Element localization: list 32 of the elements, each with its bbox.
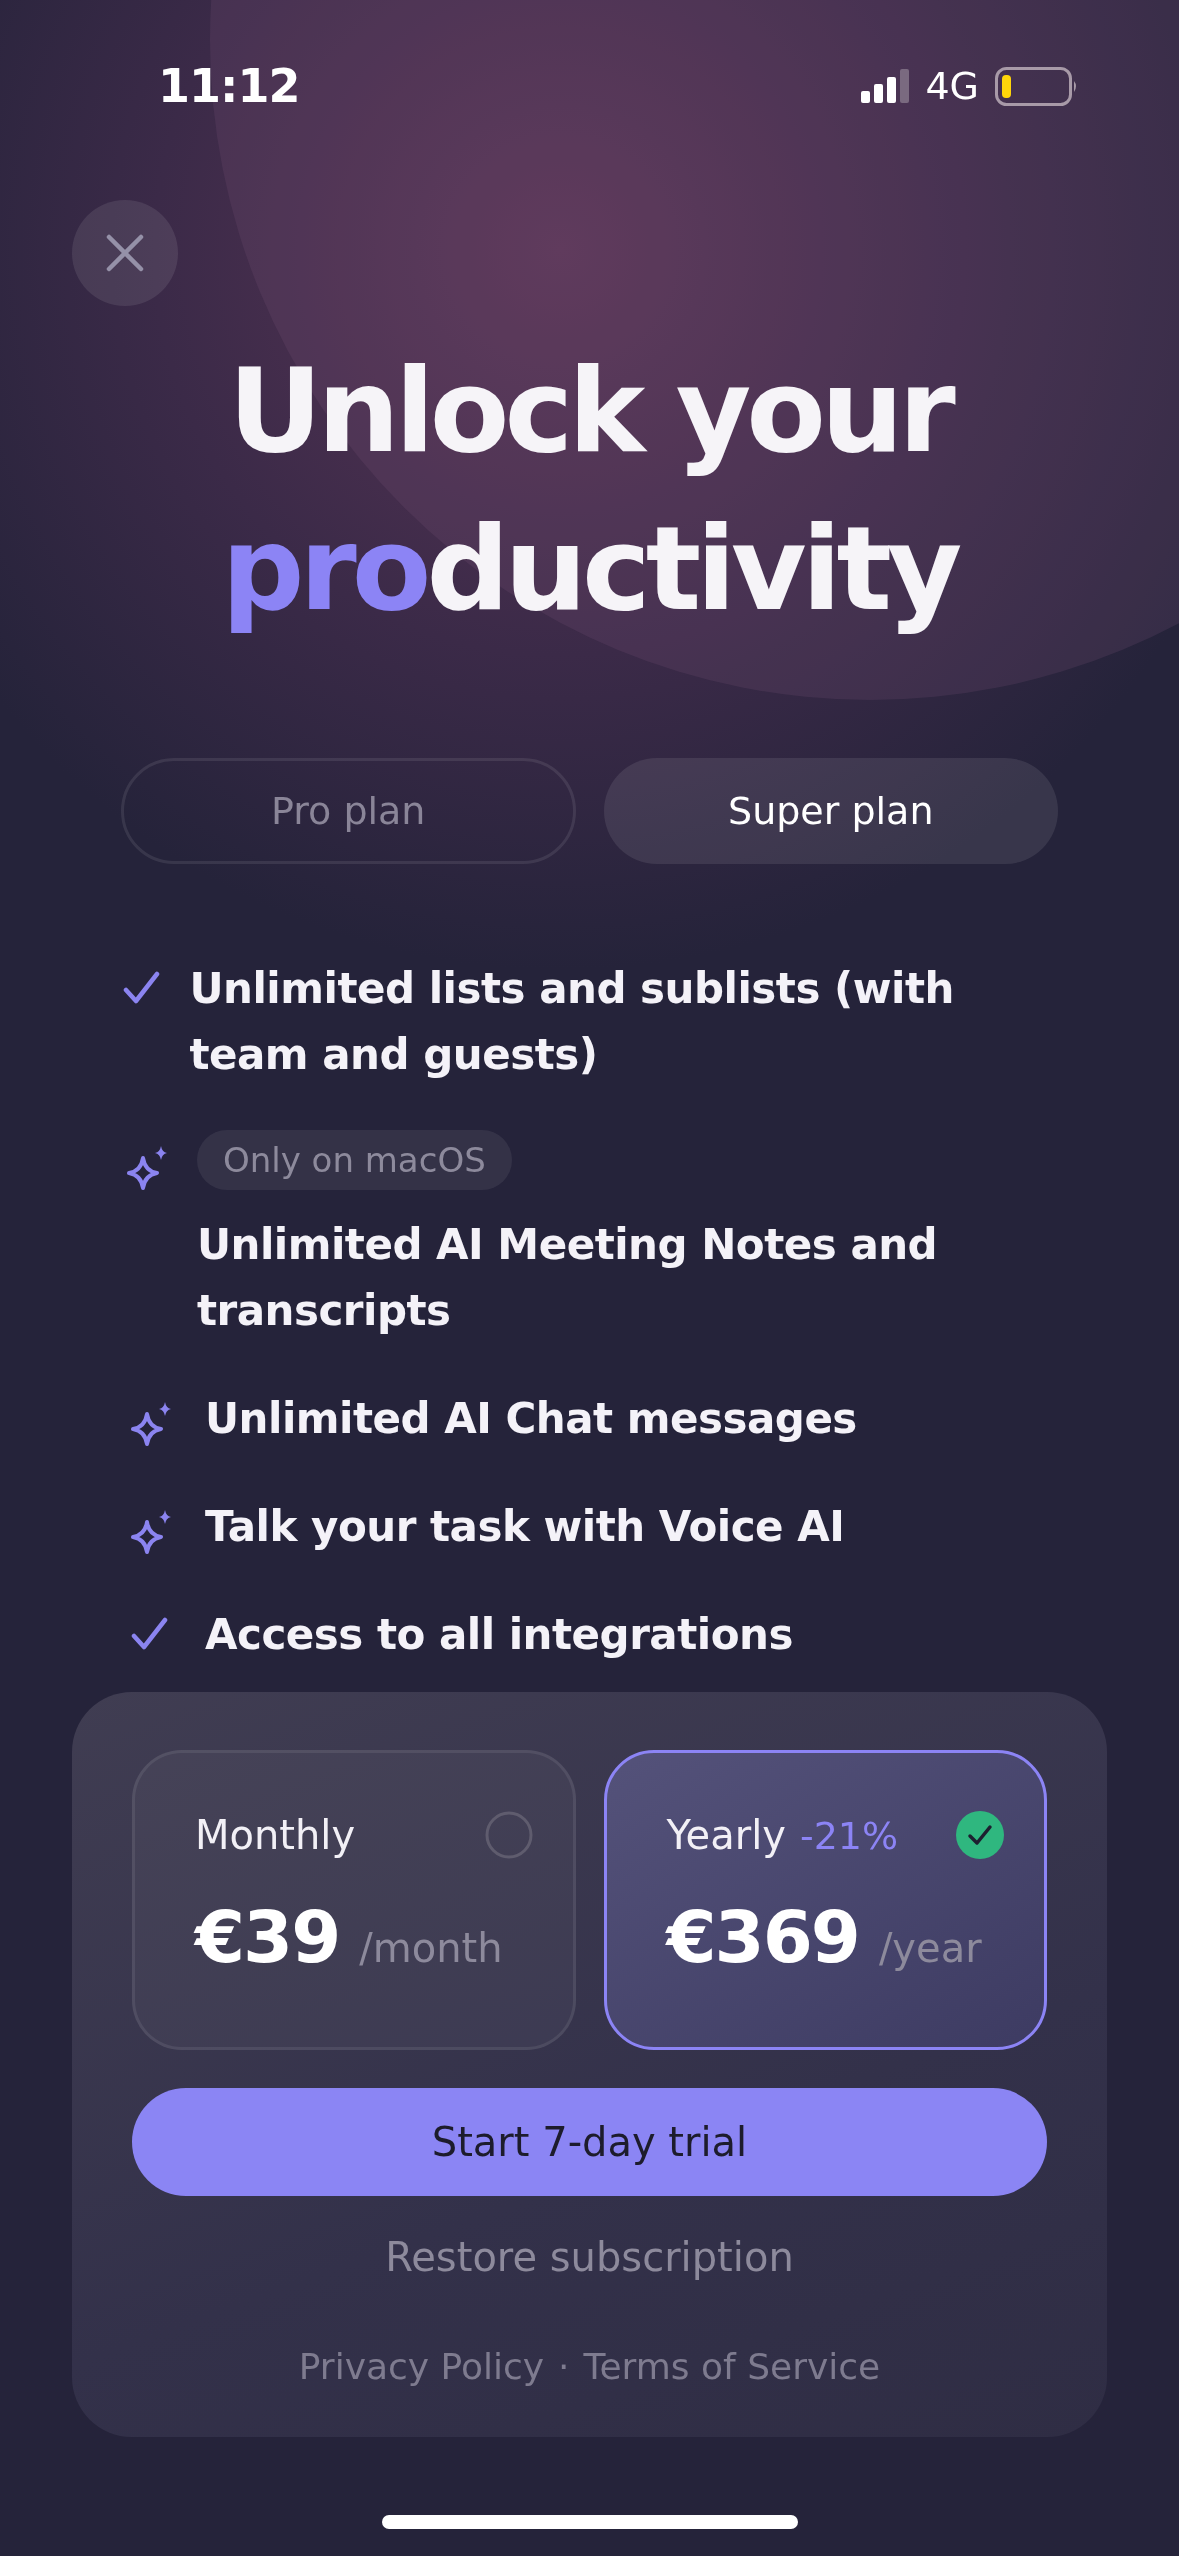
price: €39 [195, 1895, 340, 1979]
discount-label: -21% [800, 1814, 899, 1858]
feature-text: Talk your task with Voice AI [205, 1501, 845, 1553]
option-label: Monthly [195, 1812, 356, 1858]
signal-icon [861, 69, 910, 103]
feature-text: Unlimited AI Meeting Notes and transcripts [196, 1219, 939, 1337]
plan-tab[interactable]: Pro plan [121, 758, 576, 864]
footer-link[interactable]: Privacy Policy [298, 2346, 545, 2387]
price: €369 [666, 1895, 859, 1979]
status-time: 11:12 [158, 59, 300, 113]
check-icon [123, 970, 162, 1006]
check-icon [131, 1616, 169, 1652]
restore-link[interactable]: Restore subscription [385, 2234, 794, 2280]
radio-circle-icon [484, 1811, 533, 1859]
headline: Unlock your productivity [220, 342, 959, 638]
close-icon [106, 234, 144, 272]
price-period: /month [359, 1925, 503, 1971]
battery-icon [995, 66, 1079, 106]
option-label: Yearly [666, 1812, 786, 1858]
feature-text: Unlimited AI Chat messages [205, 1393, 857, 1445]
billing-option-card[interactable]: Monthly €39 /month [132, 1750, 576, 2050]
price-period: /year [878, 1925, 982, 1971]
feature-text: Unlimited lists and sublists (with team and guests) [189, 963, 955, 1081]
platform-badge: Only on macOS [196, 1130, 512, 1190]
separator-dot: · [558, 2346, 570, 2387]
plan-tab[interactable]: Super plan [603, 758, 1058, 864]
network-label: 4G [925, 64, 979, 108]
feature-text: Access to all integrations [205, 1609, 793, 1661]
start-trial-button[interactable]: Start 7-day trial [132, 2088, 1047, 2196]
footer-link[interactable]: Terms of Service [583, 2346, 881, 2387]
selected-check-icon [956, 1811, 1004, 1859]
billing-option-card[interactable]: Yearly -21% €369 /year [603, 1750, 1047, 2050]
